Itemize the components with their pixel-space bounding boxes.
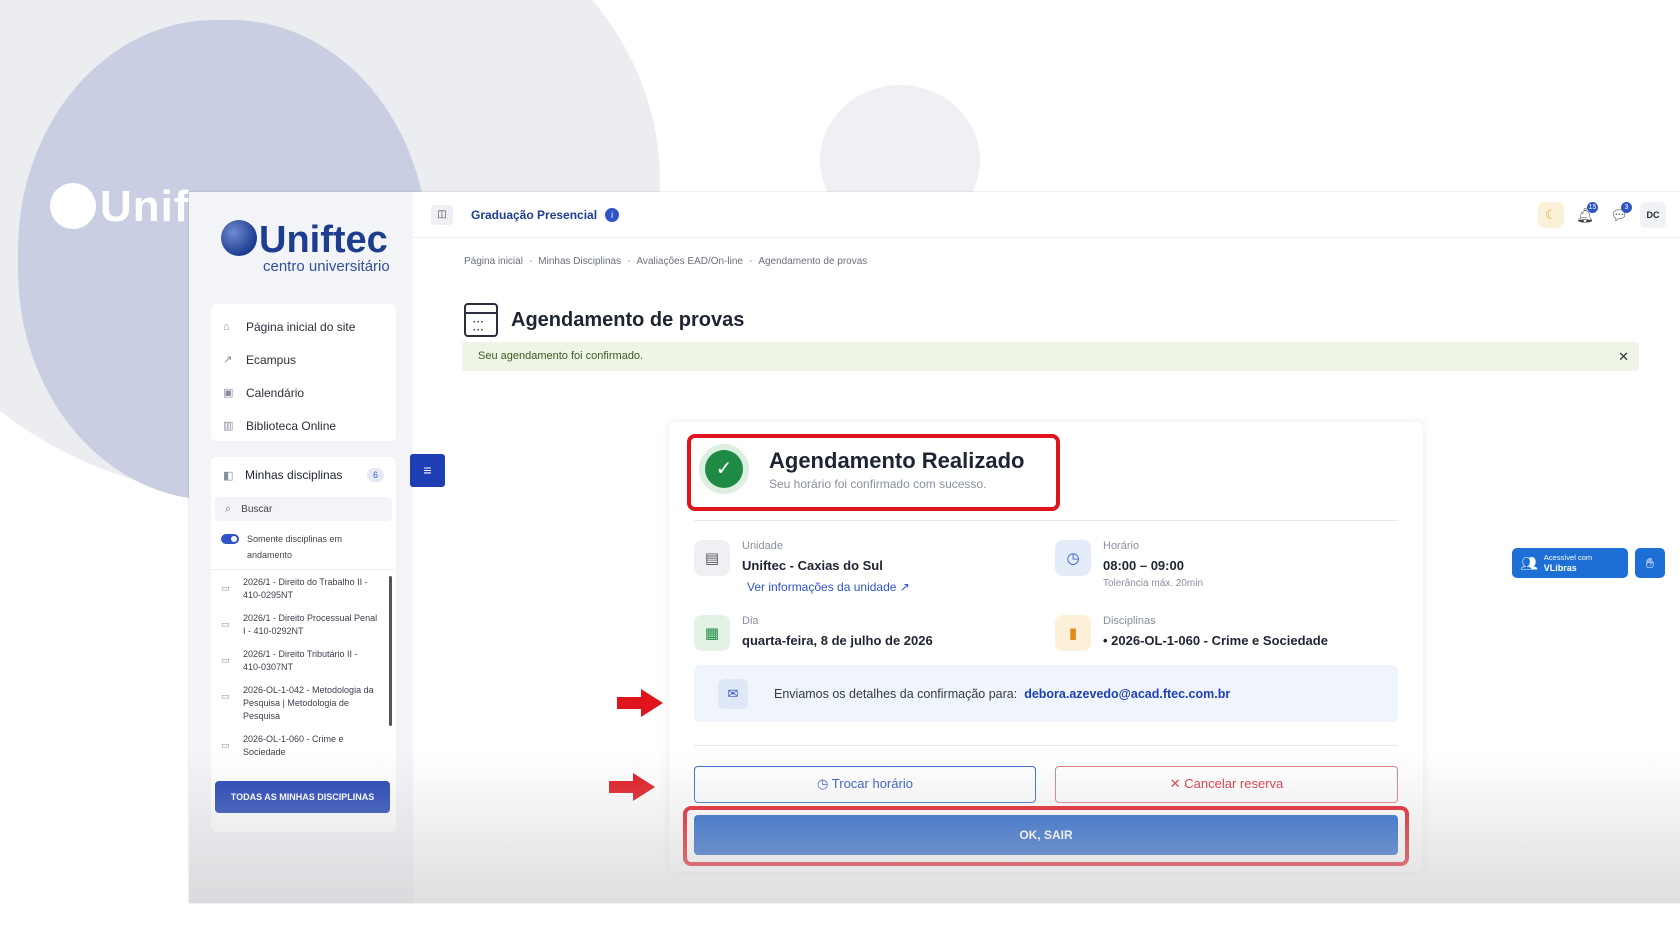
sidebar-item-calendar[interactable]: ▣ Calendário [211,376,396,409]
tolerance-note: Tolerância máx. 20min [1103,578,1204,589]
course-icon: ▭ [221,655,230,665]
divider [694,745,1398,746]
vlibras-widget-button[interactable]: 👥︎ Acessível com VLibras [1512,548,1628,578]
dark-mode-icon[interactable]: ☾ [1538,202,1564,228]
time-value: 08:00 – 09:00 [1103,558,1184,573]
day-value: quarta-feira, 8 de julho de 2026 [742,633,933,648]
book-icon: ◧ [223,469,234,482]
list-item[interactable]: ▭ 2026/1 - Direito do Trabalho II - 410-0… [211,570,396,606]
external-link-icon: ↗ [899,580,910,594]
accessibility-icon: 👥︎ [1520,554,1538,571]
breadcrumb-item[interactable]: Página inicial [464,256,523,267]
sidebar-nav: ⌂ Página inicial do site ↗ Ecampus ▣ Cal… [211,304,396,441]
disciplines-count-badge: 6 [366,468,384,482]
course-icon: ▭ [221,583,230,593]
program-title[interactable]: Graduação Presencial [471,208,597,222]
close-icon[interactable]: ✕ [1618,342,1629,371]
book-icon: ▮ [1055,615,1091,651]
divider [694,520,1398,521]
disciplines-search-input[interactable]: ⌕ Buscar [215,497,392,521]
in-progress-toggle-row: Somente disciplinas em andamento [211,521,396,569]
arrow-annotation [617,689,665,717]
clock-icon: ◷ [1055,540,1091,576]
arrow-annotation [609,773,657,801]
top-actions: ☾ 🔔︎ 15 💬︎ 3 DC [1538,202,1666,228]
unit-info-link[interactable]: Ver informações da unidade ↗ [747,580,910,594]
sidebar-item-home[interactable]: ⌂ Página inicial do site [211,310,396,343]
hand-sign-icon[interactable]: ✋︎ [1635,548,1665,578]
bell-icon[interactable]: 🔔︎ 15 [1572,202,1598,228]
messages-badge: 3 [1621,202,1632,213]
time-field: ◷ Horário 08:00 – 09:00 Tolerância máx. … [1055,540,1203,589]
disciplines-header[interactable]: ◧ Minhas disciplinas 6 [211,457,396,493]
app-window: Uniftec centro universitário ⌂ Página in… [189,192,1680,903]
in-progress-toggle[interactable] [221,534,239,544]
calendar-icon: ▣ [223,387,234,399]
breadcrumb-item: Agendamento de provas [758,256,868,267]
globe-icon [221,220,257,256]
avatar[interactable]: DC [1640,202,1666,228]
course-icon: ▭ [221,740,230,750]
disciplines-panel: ◧ Minhas disciplinas 6 ⌕ Buscar Somente … [211,457,396,832]
sidebar-item-library[interactable]: ▥ Biblioteca Online [211,409,396,442]
sidebar-toggle-icon[interactable]: ◫ [431,204,453,225]
chat-icon[interactable]: 💬︎ 3 [1606,202,1632,228]
list-item[interactable]: ▭ 2026/1 - Direito Processual Penal I - 4… [211,606,396,642]
discipline-value: • 2026-OL-1-060 - Crime e Sociedade [1103,633,1328,648]
highlight-box [687,434,1060,511]
day-field: ▦ Dia quarta-feira, 8 de julho de 2026 [694,615,933,651]
home-icon: ⌂ [223,320,230,333]
calendar-icon: ∙∙∙ ∙∙∙ [464,303,498,337]
course-icon: ▭ [221,619,230,629]
site-logo[interactable]: Uniftec centro universitário [221,220,390,275]
confirmation-card: ✓ Agendamento Realizado Seu horário foi … [669,422,1423,872]
sidebar: Uniftec centro universitário ⌂ Página in… [189,192,413,903]
logo-name: Uniftec [259,219,388,261]
all-disciplines-button[interactable]: TODAS AS MINHAS DISCIPLINAS [215,781,390,813]
scrollbar[interactable] [389,576,392,726]
course-icon: ▭ [221,691,230,701]
email-address: debora.azevedo@acad.ftec.com.br [1024,686,1231,701]
info-icon[interactable]: i [605,207,620,222]
breadcrumb-item[interactable]: Minhas Disciplinas [538,256,621,267]
page-title: Agendamento de provas [511,308,745,331]
unit-field: ▤ Unidade Uniftec - Caxias do Sul Ver in… [694,540,910,594]
unit-value: Uniftec - Caxias do Sul [742,558,883,573]
clock-icon: ◷ [817,776,829,791]
logo-subtitle: centro universitário [263,258,390,275]
sidebar-item-ecampus[interactable]: ↗ Ecampus [211,343,396,376]
list-item[interactable]: ▭ 2026-OL-1-060 - Crime e Sociedade [211,727,396,763]
globe-icon [50,183,96,229]
page-header: ∙∙∙ ∙∙∙ Agendamento de provas [464,303,744,337]
library-icon: ▥ [223,420,234,432]
building-icon: ▤ [694,540,730,576]
close-icon: ✕ [1169,776,1181,791]
top-bar: ◫ Graduação Presencial i ☾ 🔔︎ 15 💬︎ 3 DC [413,192,1680,238]
cancel-reservation-button[interactable]: ✕ Cancelar reserva [1055,766,1398,803]
breadcrumb-item[interactable]: Avaliações EAD/On-line [636,256,743,267]
breadcrumb: Página inicial - Minhas Disciplinas - Avalia… [464,256,868,267]
search-icon: ⌕ [225,502,232,515]
disciplines-list[interactable]: ▭ 2026/1 - Direito do Trabalho II - 410-0… [211,569,396,771]
disciplines-field: ▮ Disciplinas • 2026-OL-1-060 - Crime e … [1055,615,1328,651]
change-time-button[interactable]: ◷ Trocar horário [694,766,1036,803]
external-link-icon: ↗ [223,354,233,366]
email-confirmation-notice: ✉ Enviamos os detalhes da confirmação pa… [694,665,1398,722]
calendar-icon: ▦ [694,615,730,651]
success-alert: Seu agendamento foi confirmado. ✕ [462,342,1639,371]
notifications-badge: 15 [1587,202,1598,213]
list-item[interactable]: ▭ 2026/1 - Direito Tributário II - 410-03… [211,642,396,678]
background-logo: Unif [50,182,190,232]
menu-icon[interactable]: ≡ [410,454,445,487]
mail-icon: ✉ [718,678,748,709]
list-item[interactable]: ▭ 2026-OL-1-042 - Metodologia da Pesquisa… [211,678,396,727]
highlight-box [683,806,1409,866]
